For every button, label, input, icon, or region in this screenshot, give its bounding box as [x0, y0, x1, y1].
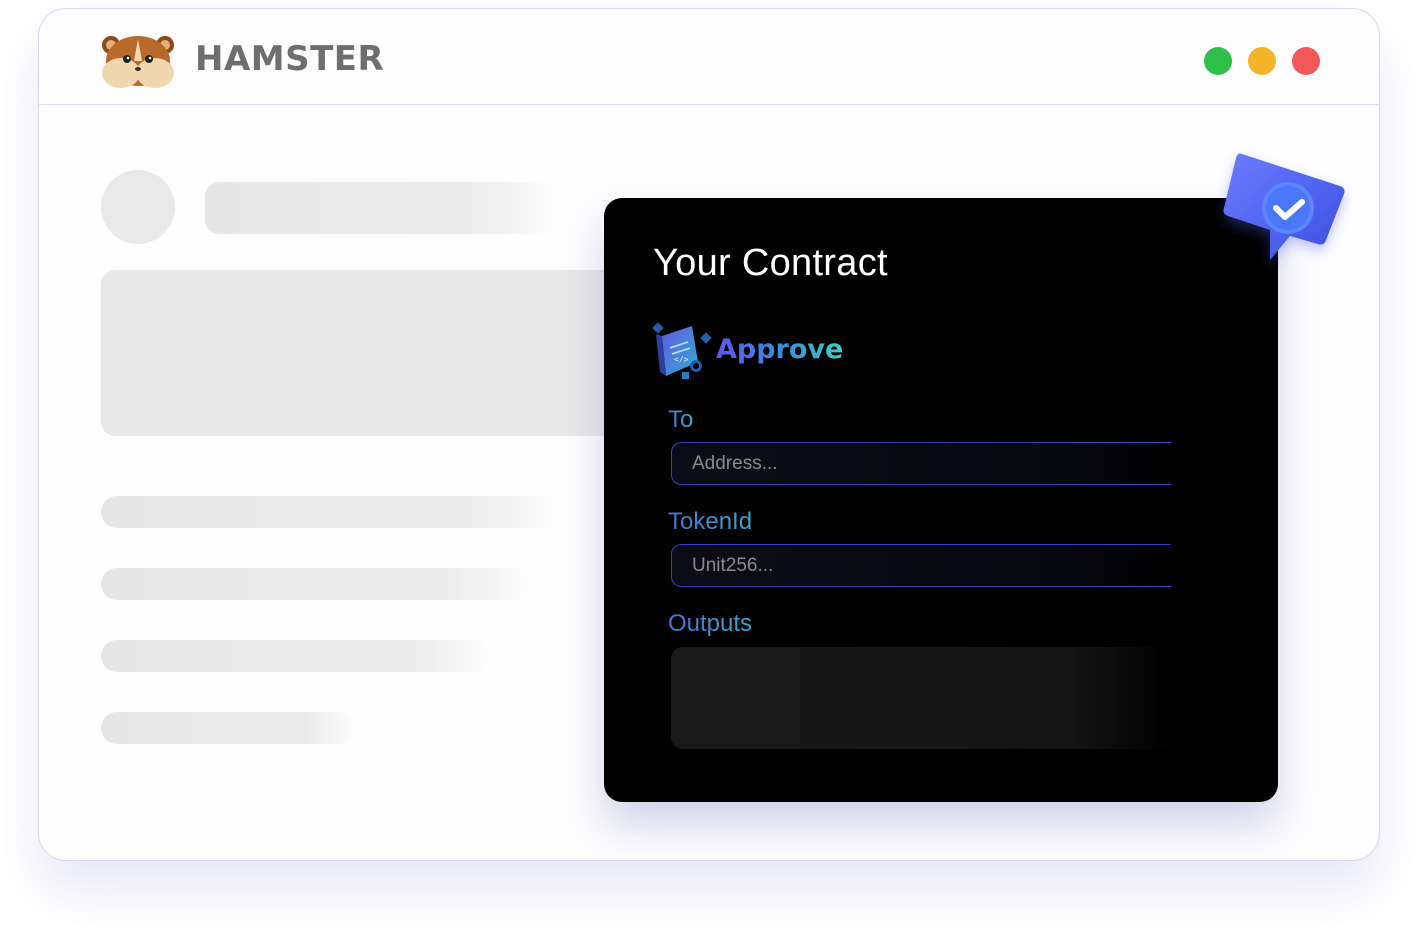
panel-title: Your Contract [653, 242, 888, 284]
skeleton-line [101, 640, 491, 672]
window-minimize-button[interactable] [1204, 47, 1232, 75]
hamster-logo-icon [102, 36, 174, 88]
token-id-label: TokenId [668, 508, 753, 535]
skeleton-title [205, 182, 555, 234]
contract-panel: Your Contract </> Approve To Address... … [604, 198, 1278, 802]
window-close-button[interactable] [1292, 47, 1320, 75]
outputs-box [671, 647, 1171, 749]
skeleton-card [101, 270, 621, 436]
title-bar: HAMSTER [39, 9, 1379, 105]
skeleton-line [101, 496, 561, 528]
to-address-input[interactable]: Address... [671, 442, 1171, 485]
token-id-placeholder: Unit256... [692, 554, 774, 576]
to-label: To [668, 406, 694, 433]
outputs-label: Outputs [668, 610, 753, 637]
to-address-placeholder: Address... [692, 452, 778, 474]
window-maximize-button[interactable] [1248, 47, 1276, 75]
contract-cube-icon: </> [652, 322, 712, 379]
skeleton-line [101, 568, 531, 600]
function-name: Approve [716, 334, 844, 365]
token-id-input[interactable]: Unit256... [671, 544, 1171, 587]
brand-name: HAMSTER [195, 39, 385, 79]
skeleton-avatar [101, 170, 175, 244]
skeleton-line [101, 712, 357, 744]
verified-check-icon [1223, 153, 1345, 260]
svg-text:</>: </> [674, 355, 689, 364]
